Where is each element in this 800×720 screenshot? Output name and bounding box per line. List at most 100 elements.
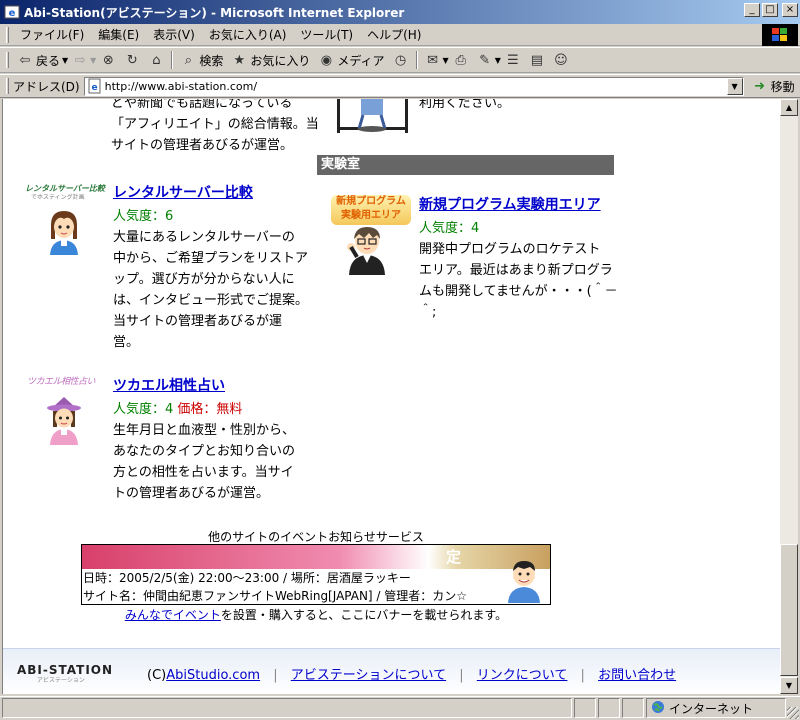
banner-character <box>504 559 544 603</box>
menu-tools[interactable]: ツール(T) <box>293 24 360 45</box>
fortune-logo[interactable]: ツカエル相性占い <box>27 376 107 390</box>
favorites-folder-icon: ★ <box>233 52 246 68</box>
fortune-link[interactable]: ツカエル相性占い <box>113 376 225 397</box>
back-arrow-icon: ⇦ <box>19 52 31 68</box>
refresh-button[interactable]: ↻ <box>120 49 144 71</box>
abistudio-link[interactable]: AbiStudio.com <box>166 668 260 683</box>
menu-favorites[interactable]: お気に入り(A) <box>202 24 294 45</box>
search-label: 検索 <box>199 53 224 68</box>
scroll-up-icon[interactable]: ▲ <box>780 99 798 116</box>
svg-text:e: e <box>9 8 16 19</box>
mail-button[interactable]: ✉ <box>421 49 445 71</box>
ie-app-icon[interactable]: e <box>4 4 20 20</box>
scroll-down-icon[interactable]: ▼ <box>780 677 798 694</box>
status-pane <box>622 698 644 718</box>
svg-text:e: e <box>91 83 97 93</box>
address-label: アドレス(D) <box>13 79 80 94</box>
refresh-icon: ↻ <box>126 52 138 68</box>
discuss-icon: ☰ <box>507 52 519 68</box>
search-icon: ⌕ <box>184 52 192 68</box>
messenger-icon: ☺ <box>554 52 568 68</box>
history-icon: ◷ <box>394 52 407 68</box>
back-button[interactable]: ⇦ 戻る <box>13 49 64 71</box>
close-button[interactable]: × <box>782 3 798 17</box>
minna-de-event-link[interactable]: みんなでイベント <box>125 608 221 622</box>
banner-site-info: サイト名：仲間由紀恵ファンサイトWebRing[JAPAN] / 管理者：カン☆ <box>83 589 468 603</box>
toolbar: ⇦ 戻る ▼ ⇨ ▼ ⊗ ↻ ⌂ ⌕ 検索 ★ お気に入り ◉ メディア ◷ ✉… <box>0 47 800 73</box>
desc-line: サイトの管理者あびるが運営。 <box>111 138 294 153</box>
rental-server-character <box>45 209 83 255</box>
top-right-desc: 利用ください。 <box>419 99 511 111</box>
desc-line: ＾; <box>419 305 437 320</box>
resize-grip[interactable] <box>787 707 799 719</box>
desc-line: あなたのタイプとお知り合いの <box>113 444 296 459</box>
minimize-button[interactable]: _ <box>744 3 760 17</box>
event-banner[interactable]: 定 日時：2005/2/5(金) 22:00～23:00 / 場所：居酒屋ラッキ… <box>81 544 551 605</box>
toolbar-separator <box>171 51 174 69</box>
desc-line: 大量にあるレンタルサーバーの <box>113 230 295 245</box>
url-input[interactable] <box>104 79 725 93</box>
desc-line: 生年月日と血液型・性別から、 <box>113 423 296 438</box>
search-button[interactable]: ⌕ 検索 <box>176 49 227 71</box>
edit-icon: ✎ <box>479 52 491 68</box>
go-button[interactable]: ➜ 移動 <box>752 78 794 95</box>
desc-line: 当サイトの管理者あびるが運 <box>113 314 283 329</box>
favorites-button[interactable]: ★ お気に入り <box>227 49 314 71</box>
footer-separator: | <box>580 668 585 683</box>
footer-logo[interactable]: ABI-STATION アビステーション <box>17 663 113 685</box>
footer-logo-sub: アビステーション <box>37 677 85 684</box>
menu-edit[interactable]: 編集(E) <box>91 24 146 45</box>
history-button[interactable]: ◷ <box>389 49 413 71</box>
desc-line: どや新聞でも話題になっている <box>111 99 293 111</box>
menu-grip <box>6 26 9 43</box>
scroll-thumb[interactable] <box>780 544 798 676</box>
home-icon: ⌂ <box>152 52 161 68</box>
lab-link[interactable]: 新規プログラム実験用エリア <box>419 195 601 216</box>
menu-file[interactable]: ファイル(F) <box>13 24 91 45</box>
status-pane <box>574 698 596 718</box>
discuss-button[interactable]: ☰ <box>501 49 525 71</box>
mail-icon: ✉ <box>427 52 438 68</box>
menu-help[interactable]: ヘルプ(H) <box>360 24 428 45</box>
link-policy-link[interactable]: リンクについて <box>477 668 568 683</box>
menu-bar: ファイル(F) 編集(E) 表示(V) お気に入り(A) ツール(T) ヘルプ(… <box>0 24 800 46</box>
maximize-button[interactable]: □ <box>762 3 778 17</box>
lab-logo[interactable]: 新規プログラム 実験用エリア <box>331 195 411 225</box>
menu-view[interactable]: 表示(V) <box>146 24 202 45</box>
back-label: 戻る <box>36 53 61 68</box>
lab-popularity: 人気度：4 <box>419 221 480 236</box>
window-title: Abi-Station(アビステーション) - Microsoft Intern… <box>24 5 405 20</box>
rental-server-logo[interactable]: レンタルサーバー比較 でホスティング計画 <box>25 184 105 204</box>
rental-server-logo-sub: でホスティング計画 <box>31 194 85 201</box>
go-arrow-icon: ➜ <box>754 78 766 94</box>
research-button[interactable]: ▤ <box>525 49 549 71</box>
lab-logo-line1: 新規プログラム <box>336 196 406 207</box>
media-button[interactable]: ◉ メディア <box>314 49 388 71</box>
status-text-pane <box>2 698 572 718</box>
banner-header-char: 定 <box>446 548 462 566</box>
lab-logo-line2: 実験用エリア <box>341 210 401 221</box>
windows-logo-icon <box>762 24 798 46</box>
rental-server-link[interactable]: レンタルサーバー比較 <box>113 183 253 204</box>
forward-button[interactable]: ⇨ <box>68 49 92 71</box>
home-button[interactable]: ⌂ <box>144 49 168 71</box>
stop-button[interactable]: ⊗ <box>96 49 120 71</box>
fortune-logo-text: ツカエル相性占い <box>27 377 96 387</box>
security-zone[interactable]: インターネット <box>646 698 786 718</box>
footer-separator: | <box>459 668 464 683</box>
address-dropdown-icon[interactable]: ▼ <box>726 77 743 95</box>
banner-note: みんなでイベントを設置・購入すると、ここにバナーを載せられます。 <box>81 605 551 626</box>
edit-button[interactable]: ✎ <box>473 49 497 71</box>
contact-link[interactable]: お問い合わせ <box>598 668 676 683</box>
research-icon: ▤ <box>530 52 543 68</box>
rental-server-logo-text: レンタルサーバー比較 <box>25 184 105 193</box>
page-viewport: どや新聞でも話題になっている 「アフィリエイト」の総合情報。当 サイトの管理者あ… <box>2 99 780 694</box>
address-field[interactable]: e ▼ <box>83 76 744 96</box>
page-icon: e <box>87 78 103 94</box>
desc-line: エリア。最近はあまり新プログラ <box>419 263 613 278</box>
print-button[interactable]: ⎙ <box>449 49 473 71</box>
vertical-scrollbar[interactable]: ▲ ▼ <box>780 99 798 694</box>
messenger-button[interactable]: ☺ <box>549 49 573 71</box>
about-link[interactable]: アビステーションについて <box>291 668 446 683</box>
desc-line: は、インタビュー形式でご提案。 <box>113 293 309 308</box>
